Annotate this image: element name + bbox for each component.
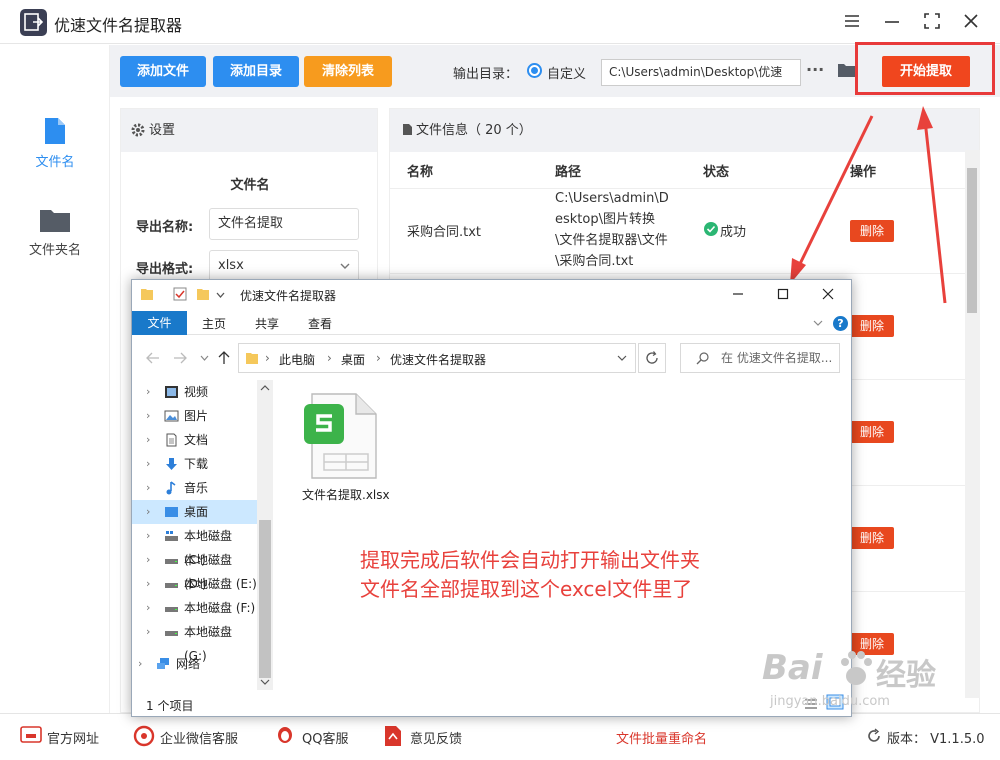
explorer-title: 优速文件名提取器: [240, 289, 337, 303]
batch-rename-link[interactable]: 文件批量重命名: [616, 728, 707, 747]
scroll-up-icon[interactable]: [260, 384, 270, 391]
help-icon[interactable]: ?: [833, 316, 848, 331]
breadcrumb-current-folder[interactable]: 优速文件名提取器: [390, 351, 486, 368]
system-drive-icon: [165, 531, 178, 541]
nav-item-drive-e[interactable]: › 本地磁盘 (E:): [132, 572, 257, 596]
annotation-text: 提取完成后软件会自动打开输出文件夹 文件名全部提取到这个excel文件里了: [360, 546, 700, 604]
breadcrumb-separator: ›: [265, 351, 270, 365]
qq-icon: [278, 727, 292, 743]
ribbon-tabs: 文件 主页 共享 查看 ?: [132, 311, 851, 335]
refresh-version-icon: [868, 728, 880, 742]
explorer-close-icon[interactable]: [822, 288, 834, 300]
spreadsheet-file-icon: [304, 393, 377, 479]
nav-item-documents[interactable]: › 文档: [132, 428, 257, 452]
status-bar-count: 1 个项目: [146, 699, 194, 713]
watermark-brand: Bai: [762, 648, 823, 688]
download-icon: [166, 458, 177, 470]
breadcrumb-desktop[interactable]: 桌面: [341, 351, 365, 368]
explorer-minimize-icon[interactable]: [732, 288, 744, 300]
explorer-maximize-icon[interactable]: [777, 288, 789, 300]
nav-item-drive-c[interactable]: › 本地磁盘 (C:): [132, 524, 257, 567]
nav-item-drive-f[interactable]: › 本地磁盘 (F:): [132, 596, 257, 620]
folder-icon: [246, 353, 258, 364]
ribbon-expand-icon[interactable]: [813, 320, 823, 327]
drive-icon: [165, 631, 178, 636]
back-arrow-icon[interactable]: [146, 352, 160, 364]
quick-access-chevron-icon[interactable]: [216, 292, 225, 298]
watermark-url: jingyan.baidu.com: [770, 694, 890, 709]
music-icon: [166, 481, 176, 495]
new-folder-icon[interactable]: [196, 287, 210, 301]
properties-icon[interactable]: [173, 287, 187, 301]
breadcrumb-separator: ›: [376, 351, 381, 365]
tab-file[interactable]: 文件: [132, 311, 187, 335]
forward-arrow-icon[interactable]: [173, 352, 187, 364]
annotation-line-2: 文件名全部提取到这个excel文件里了: [360, 577, 693, 601]
folder-icon: [141, 289, 153, 300]
navigation-pane: › 视频 › 图片 › 文档 › 下载 › 音乐 › 桌面 › 本地磁盘 (C:) › 本地磁盘…: [132, 380, 273, 690]
app-window: 优速文件名提取器 文件名 文件夹名 添加文件 添加目录 清除列表 输出目录： 自…: [0, 0, 1000, 760]
nav-item-network[interactable]: › 网络: [124, 652, 249, 676]
nav-item-videos[interactable]: › 视频: [132, 380, 257, 404]
picture-icon: [164, 410, 179, 422]
nav-item-drive-g[interactable]: › 本地磁盘 (G:): [132, 620, 257, 663]
tab-home[interactable]: 主页: [202, 315, 226, 332]
tab-view[interactable]: 查看: [308, 315, 332, 332]
address-dropdown-icon[interactable]: [617, 355, 627, 362]
breadcrumb-this-pc[interactable]: 此电脑: [279, 351, 315, 368]
address-bar[interactable]: › 此电脑 › 桌面 › 优速文件名提取器: [238, 343, 636, 373]
nav-item-downloads[interactable]: › 下载: [132, 452, 257, 476]
desktop-icon: [165, 507, 178, 517]
explorer-window: 优速文件名提取器 文件 主页 共享 查看 ? › 此电脑 › 桌面 › 优速文件…: [131, 279, 852, 717]
drive-icon: [165, 559, 178, 564]
video-icon: [165, 386, 178, 398]
refresh-button[interactable]: [638, 343, 666, 373]
search-icon: [696, 352, 709, 365]
feedback-icon: [385, 726, 401, 746]
drive-icon: [165, 583, 178, 588]
website-icon: [20, 726, 42, 743]
nav-item-music[interactable]: › 音乐: [132, 476, 257, 500]
wechat-support-link[interactable]: 企业微信客服: [160, 728, 238, 747]
website-link[interactable]: 官方网址: [47, 728, 99, 747]
refresh-icon: [646, 351, 658, 364]
feedback-link[interactable]: 意见反馈: [410, 728, 462, 747]
watermark-jingyan: 经验: [876, 658, 936, 693]
drive-icon: [165, 607, 178, 612]
nav-scroll-thumb[interactable]: [259, 520, 271, 678]
recent-locations-chevron-icon[interactable]: [200, 355, 209, 361]
breadcrumb-separator: ›: [327, 351, 332, 365]
qq-support-link[interactable]: QQ客服: [302, 728, 348, 747]
nav-item-drive-d[interactable]: › 本地磁盘 (D:): [132, 548, 257, 591]
nav-item-pictures[interactable]: › 图片: [132, 404, 257, 428]
search-box[interactable]: 在 优速文件名提取...: [680, 343, 840, 373]
file-name-label: 文件名提取.xlsx: [302, 488, 390, 502]
scroll-down-icon[interactable]: [260, 679, 270, 686]
watermark-paw-icon: [841, 651, 872, 685]
footer: 官方网址 企业微信客服 QQ客服 意见反馈 文件批量重命名 版本： V1.1.5…: [0, 713, 1000, 760]
version-text: 版本： V1.1.5.0: [887, 732, 985, 747]
wechat-icon: [133, 725, 155, 747]
xlsx-file-item[interactable]: [304, 392, 378, 484]
search-placeholder: 在 优速文件名提取...: [721, 351, 833, 365]
annotation-line-1: 提取完成后软件会自动打开输出文件夹: [360, 548, 700, 572]
network-icon: [157, 658, 169, 669]
up-arrow-icon[interactable]: [218, 351, 230, 365]
tab-share[interactable]: 共享: [255, 315, 279, 332]
nav-item-desktop[interactable]: › 桌面: [132, 500, 257, 524]
document-icon: [166, 433, 177, 447]
